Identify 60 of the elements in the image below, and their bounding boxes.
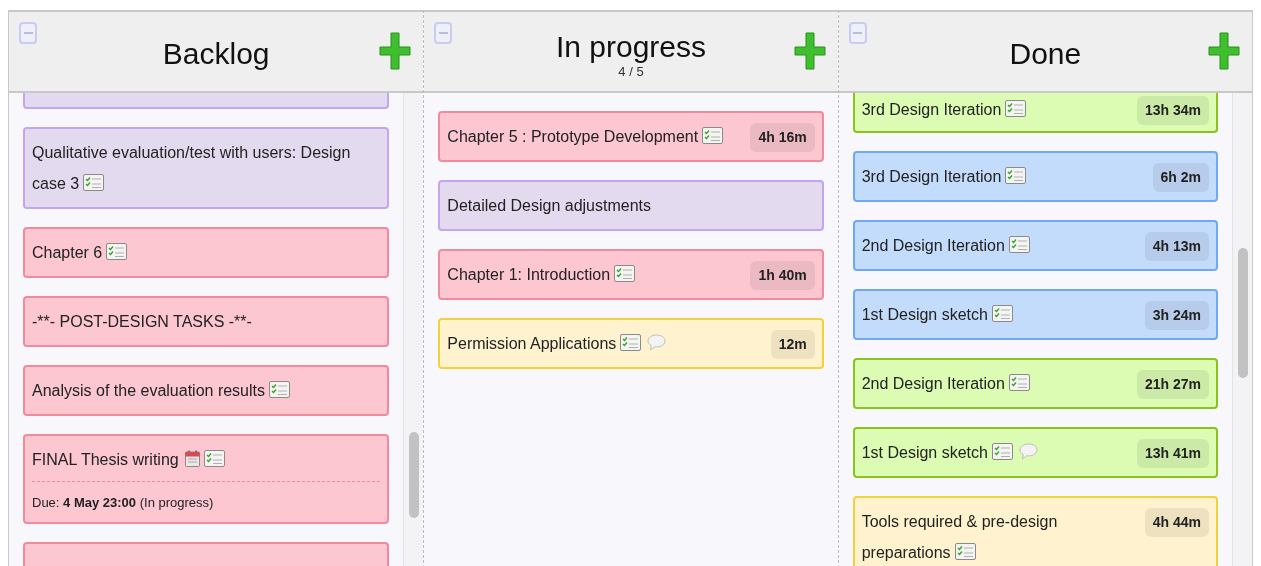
time-badge: 13h 41m xyxy=(1136,439,1209,468)
task-card[interactable]: FINAL Thesis writing Due: 4 May 23:00 (In progress) xyxy=(23,434,390,524)
add-card-button[interactable] xyxy=(793,32,826,70)
time-badge: 6h 2m xyxy=(1152,163,1209,192)
task-card[interactable]: 3rd Design Iteration 6h 2m xyxy=(852,151,1218,202)
card-title: Chapter 6 xyxy=(32,244,103,261)
collapse-button[interactable] xyxy=(19,22,37,44)
card-title: Chapter 5 : Prototype Development xyxy=(447,128,699,145)
time-badge: 12m xyxy=(770,330,815,359)
card-title: 3rd Design Iteration xyxy=(861,168,1002,185)
card-title: FINAL Thesis writing xyxy=(32,451,179,468)
column-title: Done xyxy=(1009,35,1082,72)
time-badge: 4h 44m xyxy=(1144,508,1209,537)
task-card[interactable]: 2nd Design Iteration 4h 13m xyxy=(852,220,1218,271)
task-card[interactable]: 1st Design sketch 13h 41m xyxy=(852,427,1218,478)
plus-icon xyxy=(793,32,826,70)
card-title: Permission Applications xyxy=(447,335,617,352)
collapse-button[interactable] xyxy=(848,22,867,44)
task-card[interactable] xyxy=(23,542,390,566)
task-card[interactable]: 1st Design sketch 3h 24m xyxy=(852,289,1218,340)
scrollbar[interactable] xyxy=(403,93,424,566)
time-badge: 13h 34m xyxy=(1136,96,1209,125)
add-card-button[interactable] xyxy=(379,32,412,70)
task-card[interactable]: -**- POST-DESIGN TASKS -**- xyxy=(23,296,390,347)
due-date-text: Due: 4 May 23:00 (In progress) xyxy=(32,495,214,510)
time-badge: 21h 27m xyxy=(1136,370,1209,399)
collapse-button[interactable] xyxy=(434,22,453,44)
task-card[interactable]: Chapter 1: Introduction 1h 40m xyxy=(438,249,824,300)
task-card[interactable]: 3rd Design Iteration 13h 34m xyxy=(852,93,1218,133)
task-card[interactable]: Permission Applications 12m xyxy=(438,318,824,369)
card-title: 2nd Design Iteration xyxy=(861,237,1005,254)
card-title: 1st Design sketch xyxy=(861,306,988,323)
scrollbar[interactable] xyxy=(1232,93,1252,566)
card-title: 1st Design sketch xyxy=(861,444,988,461)
card-count: 4 / 5 xyxy=(618,64,644,79)
add-card-button[interactable] xyxy=(1208,32,1240,70)
card-title: Analysis of the evaluation results xyxy=(32,382,265,399)
column-title: In progress xyxy=(555,28,707,65)
time-badge: 4h 16m xyxy=(750,123,815,152)
task-card[interactable]: Chapter 6 xyxy=(23,227,390,278)
task-card[interactable]: 2nd Design Iteration 21h 27m xyxy=(852,358,1218,409)
card-title: 2nd Design Iteration xyxy=(861,375,1005,392)
plus-icon xyxy=(1208,32,1240,70)
card-title: Chapter 1: Introduction xyxy=(447,266,611,283)
card-title: Detailed Design adjustments xyxy=(447,197,651,214)
task-card[interactable] xyxy=(23,93,390,109)
column-title: Backlog xyxy=(162,35,270,72)
time-badge: 4h 13m xyxy=(1144,232,1209,261)
card-title: -**- POST-DESIGN TASKS -**- xyxy=(32,313,252,330)
card-title: 3rd Design Iteration xyxy=(861,101,1002,118)
task-card[interactable]: Detailed Design adjustments xyxy=(438,180,824,231)
card-title: Qualitative evaluation/test with users: Design case 3 xyxy=(32,144,351,192)
task-card[interactable]: Qualitative evaluation/test with users: Design case 3 xyxy=(23,127,390,209)
task-card[interactable]: Chapter 5 : Prototype Development 4h 16m xyxy=(438,111,824,162)
task-card[interactable]: Analysis of the evaluation results xyxy=(23,365,390,416)
time-badge: 3h 24m xyxy=(1144,301,1209,330)
task-card[interactable]: Tools required & pre-design preparations 4h 44m xyxy=(852,496,1218,566)
card-title: Tools required & pre-design preparations xyxy=(861,513,1058,561)
time-badge: 1h 40m xyxy=(750,261,815,290)
plus-icon xyxy=(379,32,412,70)
